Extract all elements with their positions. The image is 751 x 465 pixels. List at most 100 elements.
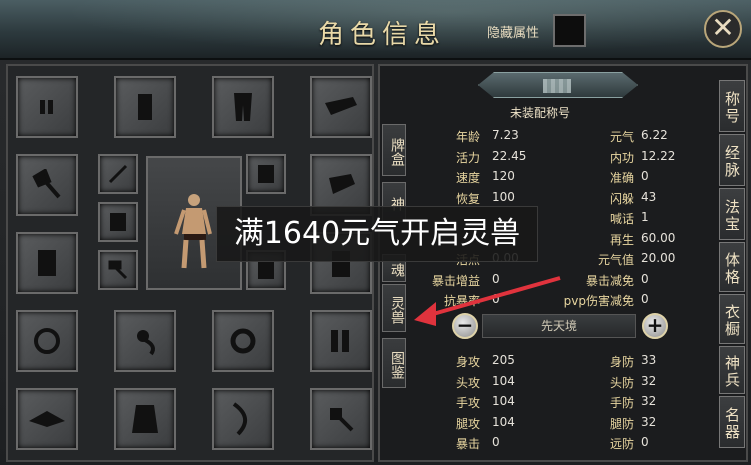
blurred-title — [543, 79, 571, 93]
pendant-icon — [137, 330, 155, 356]
tab-wardrobe[interactable]: 衣橱 — [719, 294, 745, 344]
ring-icon — [230, 328, 256, 354]
stat-value: 1 — [641, 210, 649, 224]
armor-icon — [258, 165, 274, 183]
title-badge[interactable] — [478, 72, 638, 98]
mace-icon — [330, 408, 354, 432]
ring-slot[interactable] — [212, 310, 274, 372]
stat-value: 0 — [641, 435, 649, 449]
stat-value: 12.22 — [641, 148, 676, 163]
stat-value: 104 — [492, 414, 515, 429]
stat-label: 暴击增益 — [431, 273, 480, 288]
stat-label: 头攻 — [455, 375, 480, 390]
tab-card-box[interactable]: 牌盒 — [382, 124, 406, 176]
tab-physique[interactable]: 体格 — [719, 242, 745, 292]
stat-label: 暴击减免 — [585, 273, 634, 288]
tab-spirit-beast[interactable]: 灵兽 — [382, 284, 406, 332]
bracer-icon — [40, 100, 53, 114]
chest-slot[interactable] — [114, 76, 176, 138]
pendant-slot[interactable] — [114, 310, 176, 372]
mace-slot[interactable] — [310, 388, 372, 450]
no-title-text: 未装配称号 — [510, 106, 571, 120]
stat-value: 100 — [492, 189, 515, 204]
tab-famous-artifacts[interactable]: 名器 — [719, 396, 745, 448]
stat-label: 头防 — [609, 375, 634, 390]
stat-label: 元气 — [609, 130, 634, 144]
stat-value: 120 — [492, 169, 515, 183]
stat-value: 0 — [641, 169, 649, 183]
unlock-hint-banner: 满1640元气开启灵兽 — [216, 206, 538, 262]
plus-button[interactable]: + — [642, 313, 668, 339]
stat-value: 104 — [492, 394, 515, 408]
stat-label: 活力 — [455, 150, 480, 165]
stat-label: 暴击 — [455, 437, 480, 451]
hide-attributes-checkbox[interactable] — [553, 14, 586, 47]
cloak-icon — [329, 174, 355, 194]
stat-label: 身攻 — [455, 355, 480, 369]
stat-label: 恢复 — [455, 191, 480, 206]
armor-icon — [110, 213, 126, 231]
tab-divine-weapons[interactable]: 神兵 — [719, 346, 745, 394]
stat-label: 手防 — [609, 396, 634, 410]
boots-slot[interactable] — [310, 310, 372, 372]
minus-button[interactable]: − — [452, 313, 478, 339]
stat-label: 速度 — [455, 171, 480, 185]
pants-slot[interactable] — [212, 76, 274, 138]
title-bar: 角色信息 隐藏属性 ✕ — [0, 0, 751, 60]
armor-slot-right[interactable] — [246, 154, 286, 194]
tab-meridians[interactable]: 经脉 — [719, 134, 745, 186]
stat-label: 腿防 — [609, 416, 634, 431]
tab-treasures[interactable]: 法宝 — [719, 188, 745, 240]
stat-value: 0 — [492, 435, 500, 449]
staff-slot[interactable] — [98, 154, 138, 194]
stat-value: 22.45 — [492, 148, 527, 163]
hat-icon — [325, 97, 357, 115]
stat-value: 32 — [641, 414, 657, 429]
stat-label: 抗暴率 — [443, 294, 480, 308]
blade-icon — [232, 402, 247, 436]
stat-label: 再生 — [609, 232, 634, 247]
bracer-slot[interactable] — [16, 76, 78, 138]
stat-label: 手攻 — [455, 396, 480, 410]
stat-value: 0 — [641, 292, 649, 306]
window-title: 角色信息 — [318, 20, 447, 50]
stat-label: 远防 — [609, 437, 634, 451]
wing-slot[interactable] — [16, 388, 78, 450]
stat-value: 33 — [641, 353, 657, 367]
robe-icon — [132, 405, 158, 433]
hat-slot[interactable] — [310, 76, 372, 138]
stat-label: 腿攻 — [455, 416, 480, 431]
hammer-slot[interactable] — [98, 250, 138, 290]
pants-icon — [234, 93, 252, 121]
vest-icon — [38, 250, 56, 276]
stat-label: 元气值 — [597, 253, 634, 267]
equipment-panel — [6, 64, 374, 462]
armor-slot-left[interactable] — [98, 202, 138, 242]
wing-icon — [29, 411, 65, 427]
stat-value: 60.00 — [641, 230, 676, 245]
stat-value: 0 — [492, 292, 500, 306]
hide-attributes-label: 隐藏属性 — [487, 26, 540, 41]
robe-slot[interactable] — [114, 388, 176, 450]
stat-value: 104 — [492, 373, 515, 388]
vest-slot[interactable] — [16, 232, 78, 294]
tab-codex[interactable]: 图鉴 — [382, 338, 406, 388]
stat-value: 32 — [641, 394, 657, 408]
necklace-slot[interactable] — [16, 310, 78, 372]
axe-slot[interactable] — [16, 154, 78, 216]
realm-label: 先天境 — [482, 314, 636, 338]
close-x-icon[interactable]: ✕ — [704, 10, 742, 48]
stat-label: 闪躲 — [609, 191, 634, 206]
boots-icon — [331, 330, 349, 352]
stat-label: 喊话 — [609, 212, 634, 226]
tab-titles[interactable]: 称号 — [719, 80, 745, 132]
stat-label: 年龄 — [455, 130, 480, 144]
axe-icon — [32, 169, 61, 199]
stat-value: 43 — [641, 189, 657, 204]
stat-label: 身防 — [609, 355, 634, 369]
stat-value: 20.00 — [641, 251, 676, 265]
stat-value: 0 — [641, 271, 649, 286]
blade-slot[interactable] — [212, 388, 274, 450]
stat-label: pvp伤害减免 — [563, 294, 634, 308]
necklace-icon — [34, 328, 60, 354]
